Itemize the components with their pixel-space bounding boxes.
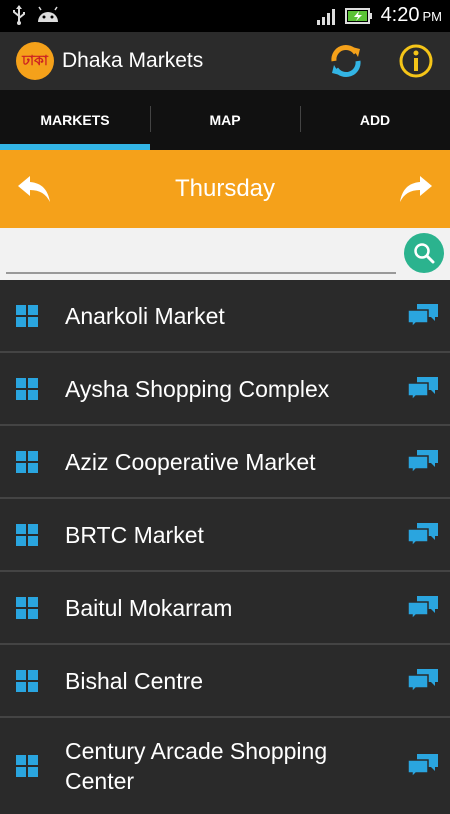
day-title: Thursday [174,175,276,202]
list-item[interactable]: Aziz Cooperative Market [0,426,450,499]
search-bar [0,228,450,280]
list-item[interactable]: Anarkoli Market [0,280,450,353]
search-icon [414,243,435,264]
app-logo-text: ঢাকা [22,52,48,68]
market-name: Baitul Mokarram [65,594,233,621]
tab-markets-label: MARKETS [40,112,110,128]
clock: 4:20 PM [381,4,442,27]
next-day-button[interactable] [396,169,436,209]
grid-icon [16,596,38,619]
chat-icon[interactable] [408,595,438,620]
android-icon [38,6,58,22]
search-button[interactable] [404,233,444,273]
chat-icon[interactable] [408,303,438,328]
previous-day-button[interactable] [14,169,54,209]
clock-ampm: PM [422,9,443,24]
info-icon [399,44,433,78]
tab-map[interactable]: MAP [150,90,300,150]
app-title: Dhaka Markets [62,49,204,72]
list-item[interactable]: Baitul Mokarram [0,572,450,645]
forward-arrow-icon [399,176,432,202]
info-button[interactable] [396,41,436,81]
tab-markets[interactable]: MARKETS [0,90,150,150]
search-input[interactable] [6,234,396,274]
market-name: Bishal Centre [65,667,204,694]
day-navigation: Thursday [0,150,450,228]
market-name: BRTC Market [65,521,204,548]
grid-icon [16,669,38,692]
chat-icon[interactable] [408,668,438,693]
tab-map-label: MAP [209,112,241,128]
back-arrow-icon [18,176,50,202]
grid-icon [16,450,38,473]
market-name: Century Arcade Shopping Center [65,738,328,794]
market-name: Anarkoli Market [65,302,225,329]
tab-add-label: ADD [359,112,391,128]
market-list: Anarkoli Market Aysha Shopping Complex A… [0,280,450,814]
market-name: Aziz Cooperative Market [65,448,316,475]
app-logo[interactable]: ঢাকা [16,42,54,80]
tab-add[interactable]: ADD [300,90,450,150]
list-item[interactable]: BRTC Market [0,499,450,572]
market-name: Aysha Shopping Complex [65,375,330,402]
chat-icon[interactable] [408,449,438,474]
chat-icon[interactable] [408,754,438,778]
usb-icon [13,5,25,25]
action-bar: ঢাকা Dhaka Markets [0,32,450,90]
list-item[interactable]: Aysha Shopping Complex [0,353,450,426]
list-item[interactable]: Bishal Centre [0,645,450,718]
tab-bar: MARKETS MAP ADD [0,90,450,150]
chat-icon[interactable] [408,522,438,547]
battery-charging-icon [344,7,372,24]
grid-icon [16,377,38,400]
status-bar: 4:20 PM [0,0,450,32]
refresh-button[interactable] [326,41,366,81]
signal-icon [316,8,335,25]
grid-icon [16,755,38,777]
clock-time: 4:20 [380,4,420,26]
grid-icon [16,304,38,327]
chat-icon[interactable] [408,376,438,401]
refresh-icon [331,45,361,77]
grid-icon [16,523,38,546]
